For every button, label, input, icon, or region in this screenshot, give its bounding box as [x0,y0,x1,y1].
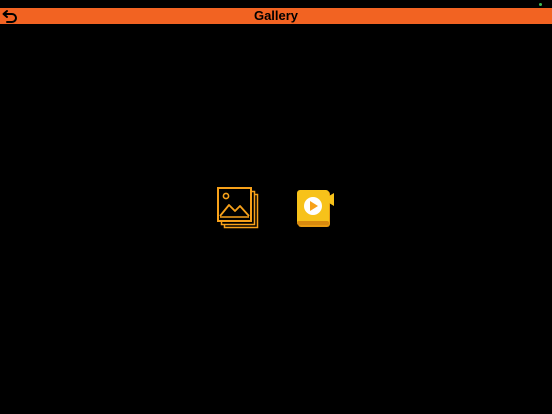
app-header: Gallery [0,8,552,24]
gallery-options [0,186,552,232]
status-indicator-icon [539,3,542,6]
photos-button[interactable] [216,186,260,230]
status-bar [0,0,552,8]
back-arrow-icon [2,10,17,23]
photo-gallery-icon [217,187,259,229]
back-button[interactable] [1,9,19,23]
videos-button[interactable] [294,186,338,230]
page-title: Gallery [253,8,299,23]
video-gallery-icon [297,190,334,227]
